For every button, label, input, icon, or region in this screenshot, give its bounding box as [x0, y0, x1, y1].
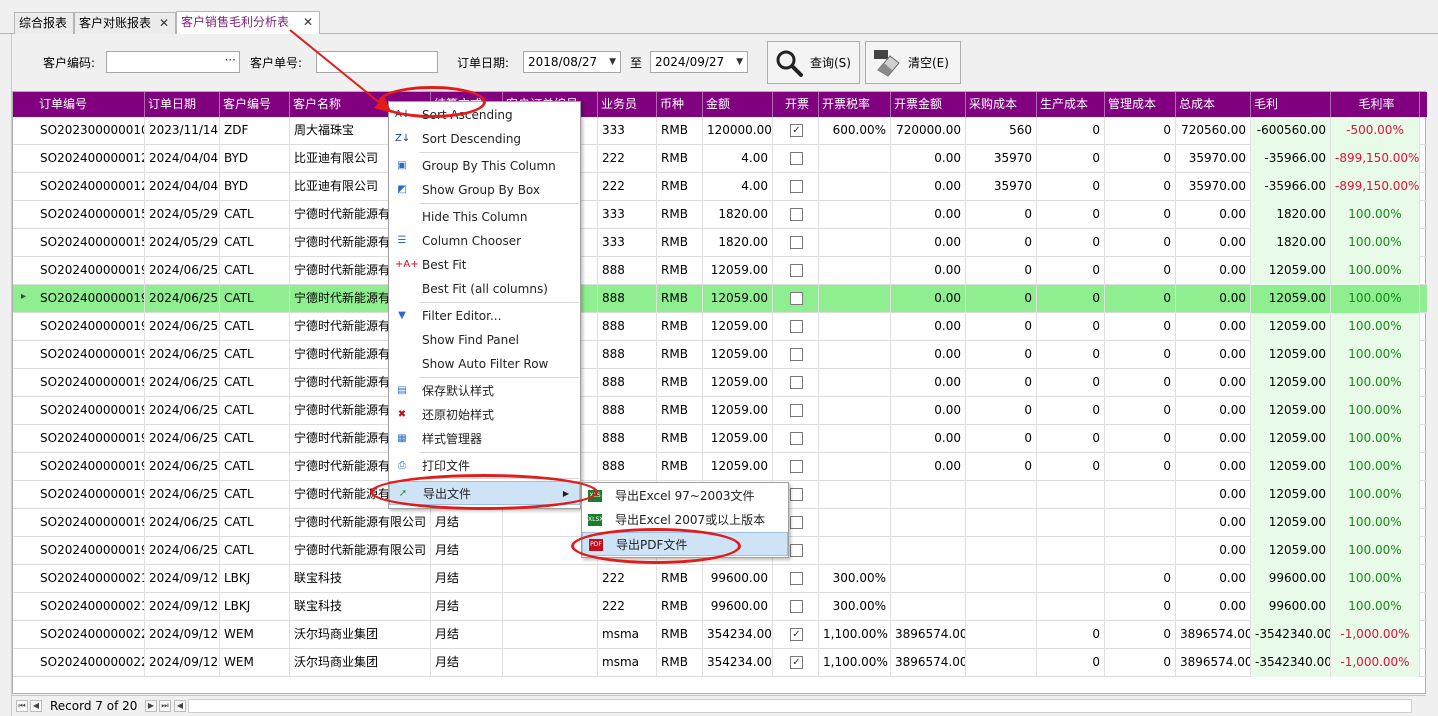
- annotation-arrow: [289, 29, 392, 113]
- annotation-circle-pdf: [571, 528, 741, 564]
- annotation-circle-header: [378, 86, 486, 118]
- annotation-circle-export: [370, 474, 598, 510]
